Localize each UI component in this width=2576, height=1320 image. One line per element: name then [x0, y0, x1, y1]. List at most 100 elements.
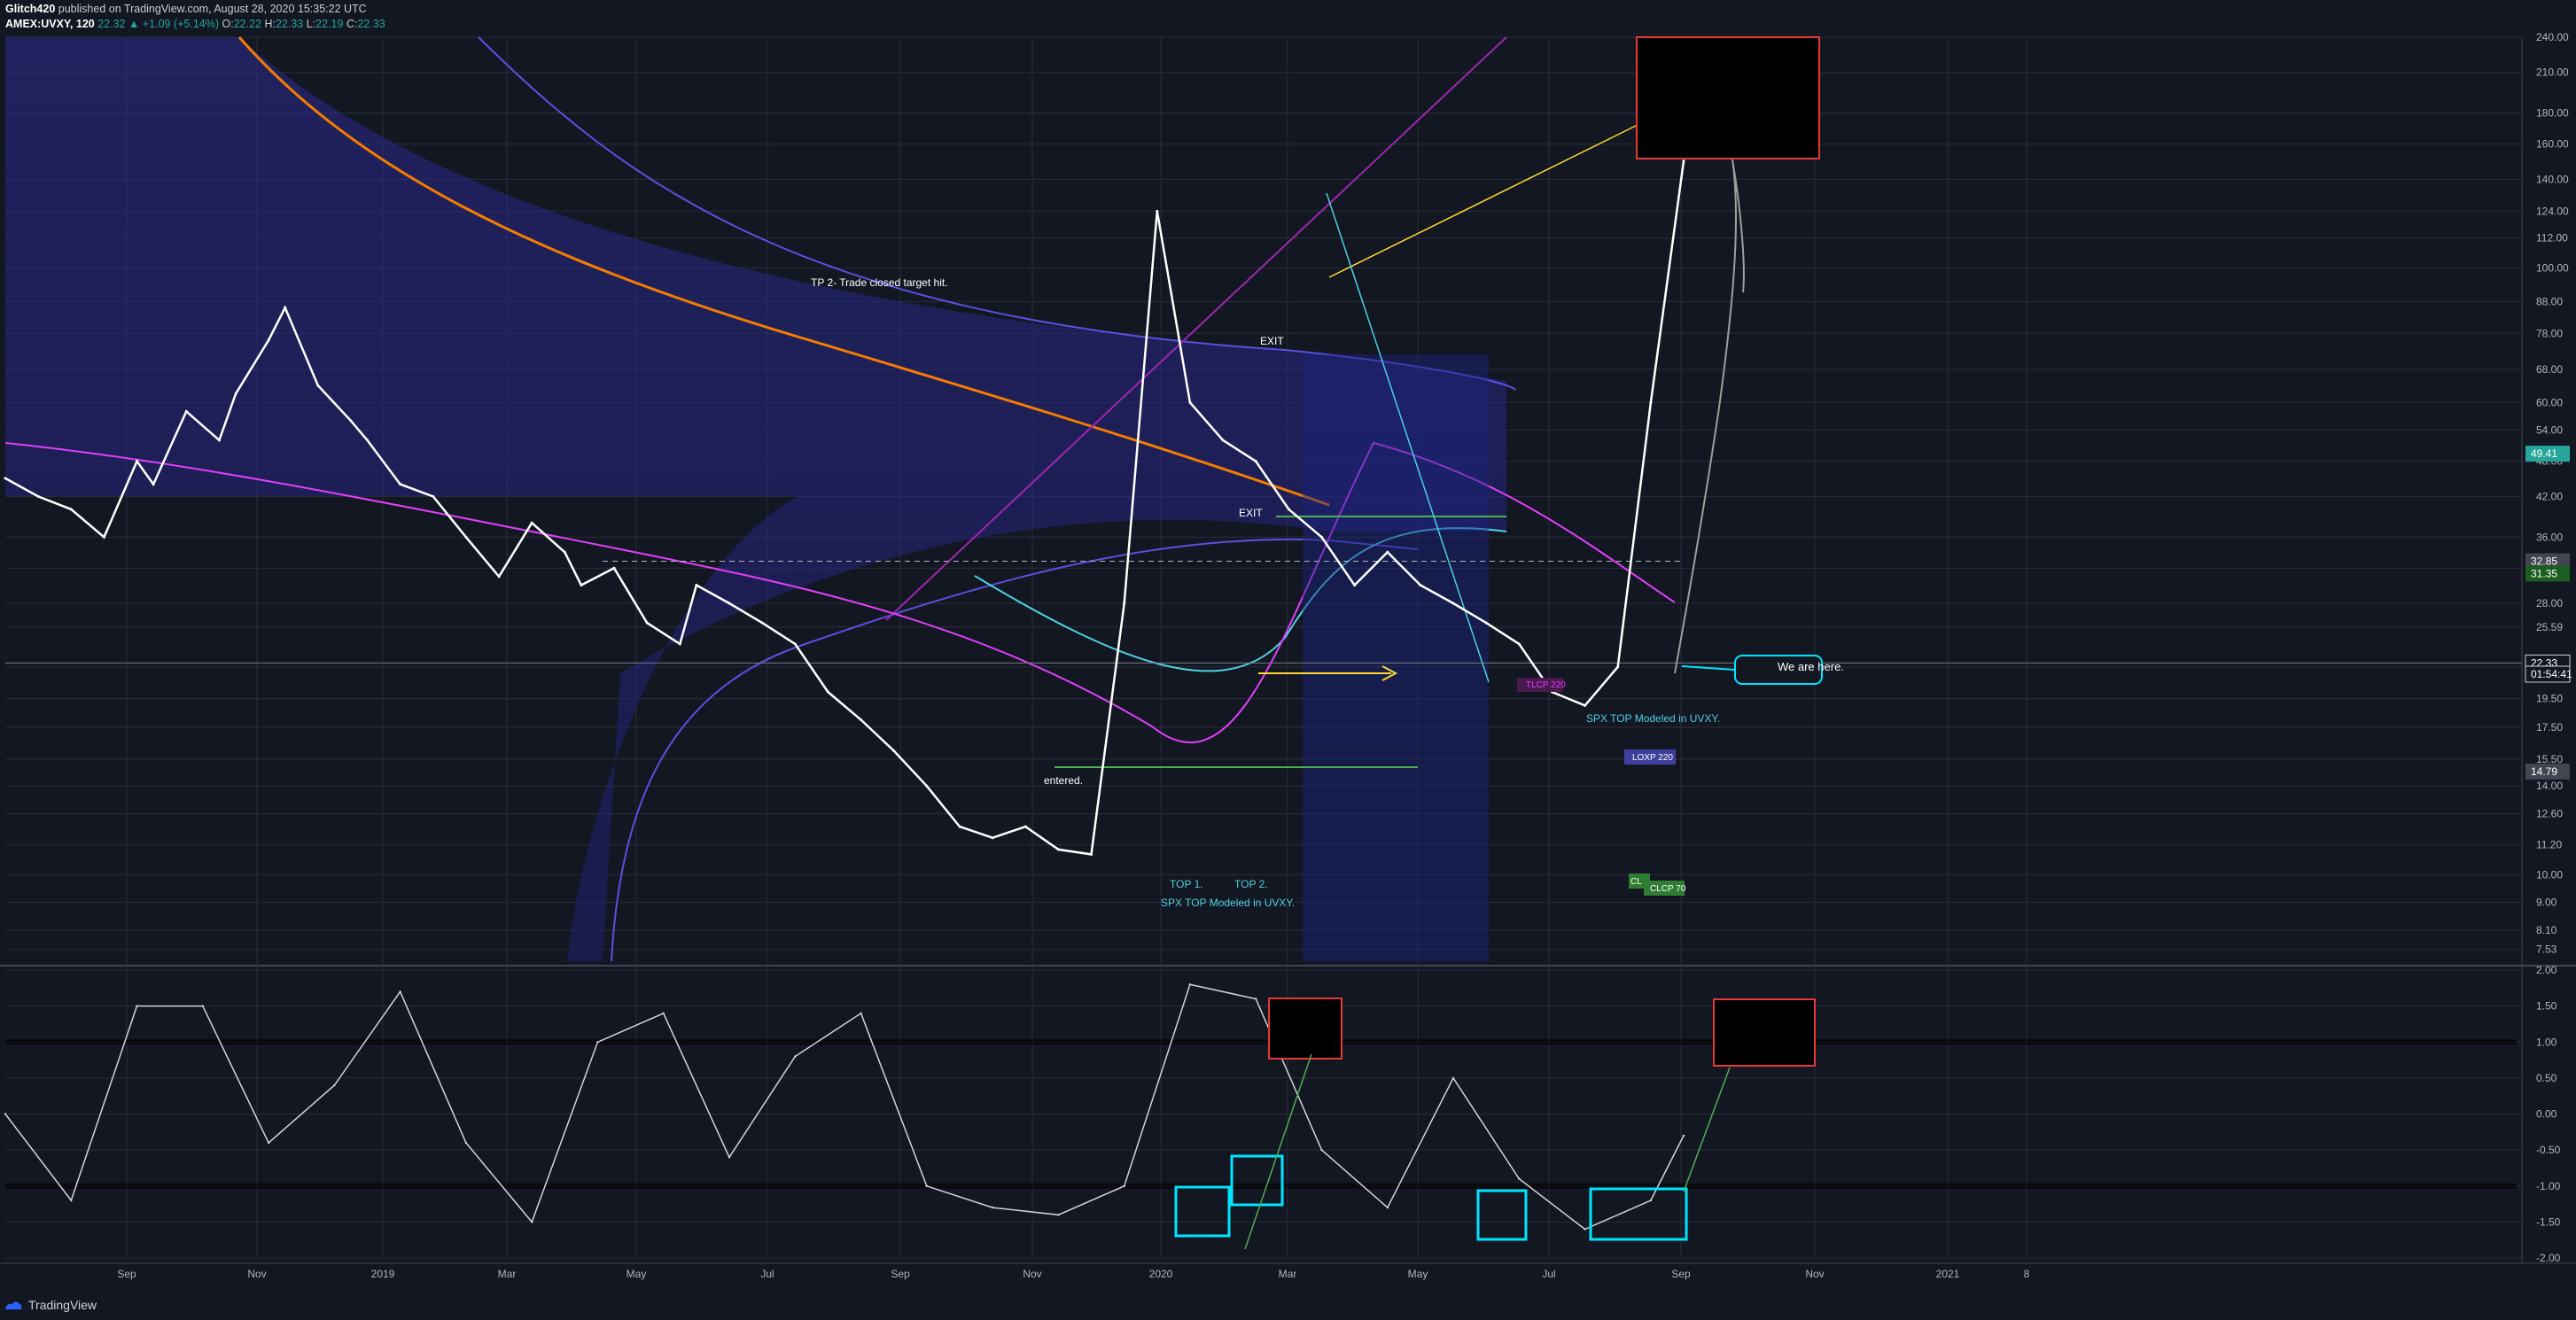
osc-bottom-box: [1174, 1185, 1231, 1238]
price-badge-label: 32.85: [2531, 555, 2557, 568]
time-tick-label: Sep: [1671, 1268, 1691, 1280]
osc-tick-label: -0.50: [2536, 1144, 2561, 1156]
price-tick-label: 112.00: [2536, 232, 2568, 245]
osc-tick-label: -1.00: [2536, 1180, 2561, 1192]
price-point: [728, 602, 731, 605]
price-point: [678, 642, 681, 646]
osc-tick-label: 0.00: [2536, 1108, 2557, 1121]
price-point: [925, 784, 929, 788]
price-badge-label: 31.35: [2531, 567, 2557, 579]
oscillator-point: [1584, 1228, 1586, 1231]
price-point: [69, 508, 73, 511]
oscillator-point: [1682, 1134, 1685, 1138]
time-axis[interactable]: Sep Nov 2019 Mar May Jul Sep Nov 2020 Mar May Jul Se…: [117, 1268, 2029, 1280]
time-tick-label: 8: [2024, 1268, 2030, 1280]
price-badge-label: 49.41: [2531, 447, 2557, 460]
price-point: [530, 521, 533, 524]
time-tick-label: 2021: [1936, 1268, 1960, 1280]
oscillator-point: [136, 1005, 138, 1007]
price-tick-label: 180.00: [2536, 107, 2569, 120]
osc-target-box: [1713, 998, 1816, 1067]
oscillator-series-layer: [4, 983, 2517, 1250]
price-tick-label: 42.00: [2536, 490, 2563, 502]
price-tick-label: 25.59: [2536, 621, 2563, 633]
chart-canvas[interactable]: TP 2- Trade closed target hit. EXIT EXIT en…: [0, 0, 2576, 1320]
oscillator-point: [1123, 1184, 1125, 1188]
oscillator-point: [70, 1199, 73, 1202]
footer-brand[interactable]: TradingView: [4, 1293, 97, 1316]
oscillator-point: [925, 1184, 929, 1188]
tradingview-logo-icon: [5, 1301, 22, 1309]
annotation-text: TOP 1.: [1170, 878, 1203, 890]
price-tick-label: 60.00: [2536, 396, 2563, 408]
price-point: [1584, 703, 1587, 707]
price-point: [184, 409, 188, 413]
price-tick-label: 12.60: [2536, 808, 2563, 820]
annotation-text: TOP 2.: [1234, 878, 1268, 890]
osc-tick-label: -2.00: [2536, 1252, 2561, 1264]
oscillator-point: [991, 1206, 994, 1209]
price-axis[interactable]: 240.00 210.00 180.00 160.00 140.00 124.00 112.…: [2525, 31, 2572, 956]
osc-tick-label: 1.00: [2536, 1036, 2557, 1048]
price-point: [366, 439, 369, 442]
annotation-text: TLCP 220: [1526, 680, 1566, 690]
oscillator-point: [1518, 1177, 1521, 1180]
price-point: [826, 690, 829, 694]
time-tick-label: Nov: [247, 1268, 266, 1280]
osc-arrow-line: [1683, 1067, 1731, 1192]
price-point: [1254, 460, 1257, 463]
price-point: [645, 621, 649, 625]
price-tick-label: 14.00: [2536, 780, 2563, 792]
price-point: [1484, 621, 1488, 625]
price-point: [958, 825, 961, 828]
price-point: [102, 535, 105, 539]
price-point: [1156, 209, 1159, 213]
price-point: [1616, 665, 1620, 669]
time-tick-label: Nov: [1023, 1268, 1041, 1280]
osc-tick-label: -1.50: [2536, 1215, 2561, 1228]
price-point: [793, 642, 797, 646]
price-point: [1221, 439, 1225, 442]
osc-tick-label: 1.50: [2536, 1000, 2557, 1013]
price-point: [136, 460, 138, 463]
price-point: [1188, 400, 1192, 404]
price-point: [563, 550, 566, 554]
price-tick-label: 8.10: [2536, 924, 2557, 936]
oscillator-point: [662, 1012, 665, 1015]
annotation-text: EXIT: [1260, 335, 1284, 347]
time-tick-label: Sep: [117, 1268, 136, 1280]
oscillator-point: [1386, 1206, 1389, 1209]
price-point: [1287, 508, 1290, 511]
price-point: [1090, 852, 1093, 856]
price-tick-label: 78.00: [2536, 327, 2563, 339]
oscillator-point: [399, 990, 401, 993]
oscillator-axis[interactable]: 2.00 1.50 1.00 0.50 0.00 -0.50 -1.00 -1.50 -2.00: [2536, 964, 2561, 1264]
price-tick-label: 54.00: [2536, 424, 2563, 437]
price-point: [1320, 535, 1323, 539]
time-tick-label: 2020: [1149, 1268, 1173, 1280]
annotation-text: SPX TOP Modeled in UVXY.: [1586, 712, 1720, 725]
oscillator-point: [1320, 1148, 1323, 1152]
price-point: [695, 584, 698, 586]
price-point: [1353, 584, 1357, 586]
price-tick-label: 36.00: [2536, 531, 2563, 543]
oscillator-point: [464, 1141, 468, 1145]
price-point: [464, 535, 468, 539]
annotation-text: TP 2- Trade closed target hit.: [811, 276, 948, 289]
target-box: [1636, 36, 1820, 159]
time-tick-label: Mar: [1279, 1268, 1297, 1280]
time-tick-label: 2019: [371, 1268, 395, 1280]
price-point: [217, 439, 221, 442]
time-tick-label: May: [1408, 1268, 1428, 1280]
price-point: [1517, 642, 1521, 646]
price-tick-label: 19.50: [2536, 693, 2563, 705]
oscillator-point: [596, 1041, 599, 1044]
osc-top-box: [1268, 998, 1342, 1060]
osc-bottom-box: [1476, 1189, 1528, 1241]
price-point: [1123, 602, 1126, 605]
price-point: [612, 566, 616, 570]
oscillator-point: [794, 1055, 797, 1058]
osc-tick-label: 0.50: [2536, 1072, 2557, 1084]
annotation-text: CLCP 70: [1650, 884, 1686, 894]
oscillator-point: [1649, 1199, 1653, 1202]
